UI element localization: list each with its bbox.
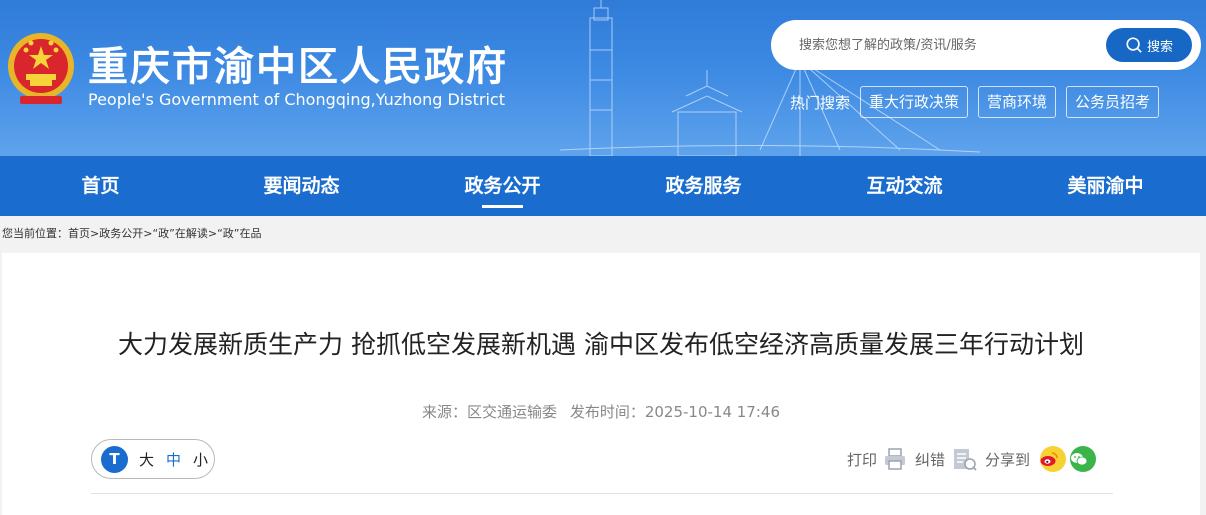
- nav-item-interaction[interactable]: 互动交流: [804, 156, 1005, 216]
- breadcrumb-policy-interpretation[interactable]: “政”在解读: [152, 227, 207, 240]
- breadcrumb-separator: >: [207, 227, 218, 240]
- correct-link[interactable]: 纠错: [915, 449, 945, 470]
- font-size-medium[interactable]: 中: [160, 449, 187, 470]
- article-meta: 来源：区交通运输委 发布时间：2025-10-14 17:46: [2, 401, 1200, 422]
- breadcrumb-home[interactable]: 首页: [68, 227, 90, 240]
- font-size-icon: T: [101, 445, 128, 473]
- breadcrumb: 您当前位置：首页>政务公开>“政”在解读>“政”在品: [0, 216, 1206, 252]
- search-button[interactable]: 搜索: [1106, 28, 1192, 62]
- nav-item-government-services[interactable]: 政务服务: [603, 156, 804, 216]
- main-nav: 首页 要闻动态 政务公开 政务服务 互动交流 美丽渝中: [0, 156, 1206, 216]
- search-icon: [1126, 37, 1142, 53]
- breadcrumb-separator: >: [90, 227, 100, 240]
- breadcrumb-policy-review[interactable]: “政”在品: [217, 227, 261, 240]
- article-title: 大力发展新质生产力 抢抓低空发展新机遇 渝中区发布低空经济高质量发展三年行动计划: [118, 330, 1084, 359]
- article-source: 来源：区交通运输委: [422, 403, 558, 421]
- hot-search-label: 热门搜索: [790, 93, 851, 112]
- wechat-icon[interactable]: [1070, 446, 1096, 472]
- article-container: 大力发展新质生产力 抢抓低空发展新机遇 渝中区发布低空经济高质量发展三年行动计划…: [2, 253, 1200, 515]
- search-input[interactable]: [799, 34, 1099, 56]
- nav-item-government-affairs-open[interactable]: 政务公开: [402, 156, 603, 216]
- article-published-time: 发布时间：2025-10-14 17:46: [569, 403, 780, 421]
- breadcrumb-government-affairs-open[interactable]: 政务公开: [99, 227, 143, 240]
- font-size-large[interactable]: 大: [133, 449, 160, 470]
- site-title[interactable]: 重庆市渝中区人民政府: [88, 34, 508, 92]
- hot-link-major-decisions[interactable]: 重大行政决策: [860, 86, 969, 118]
- search-button-label: 搜索: [1146, 39, 1173, 55]
- print-icon[interactable]: [883, 447, 907, 471]
- font-size-small[interactable]: 小: [187, 449, 214, 470]
- content-divider: [91, 493, 1113, 494]
- hot-link-business-environment[interactable]: 营商环境: [978, 86, 1057, 118]
- hot-link-civil-service-exam[interactable]: 公务员招考: [1066, 86, 1160, 118]
- share-label: 分享到: [984, 450, 1030, 469]
- site-subtitle: People's Government of Chongqing,Yuzhong…: [88, 90, 505, 109]
- article-tools: 打印 纠错 分享到: [847, 443, 1096, 475]
- nav-item-news[interactable]: 要闻动态: [201, 156, 402, 216]
- nav-item-beautiful-yuzhong[interactable]: 美丽渝中: [1005, 156, 1206, 216]
- weibo-icon[interactable]: [1040, 446, 1066, 472]
- national-emblem-icon: [8, 33, 74, 104]
- breadcrumb-prefix: 您当前位置：: [2, 227, 68, 240]
- site-header: 重庆市渝中区人民政府 People's Government of Chongq…: [0, 0, 1206, 156]
- font-size-control: T 大 中 小: [91, 439, 215, 479]
- search-box: 搜索: [771, 20, 1201, 70]
- print-link[interactable]: 打印: [847, 449, 877, 470]
- correct-icon[interactable]: [951, 446, 977, 472]
- nav-item-home[interactable]: 首页: [0, 156, 201, 216]
- hot-search-bar: 热门搜索 重大行政决策 营商环境 公务员招考: [790, 86, 1169, 118]
